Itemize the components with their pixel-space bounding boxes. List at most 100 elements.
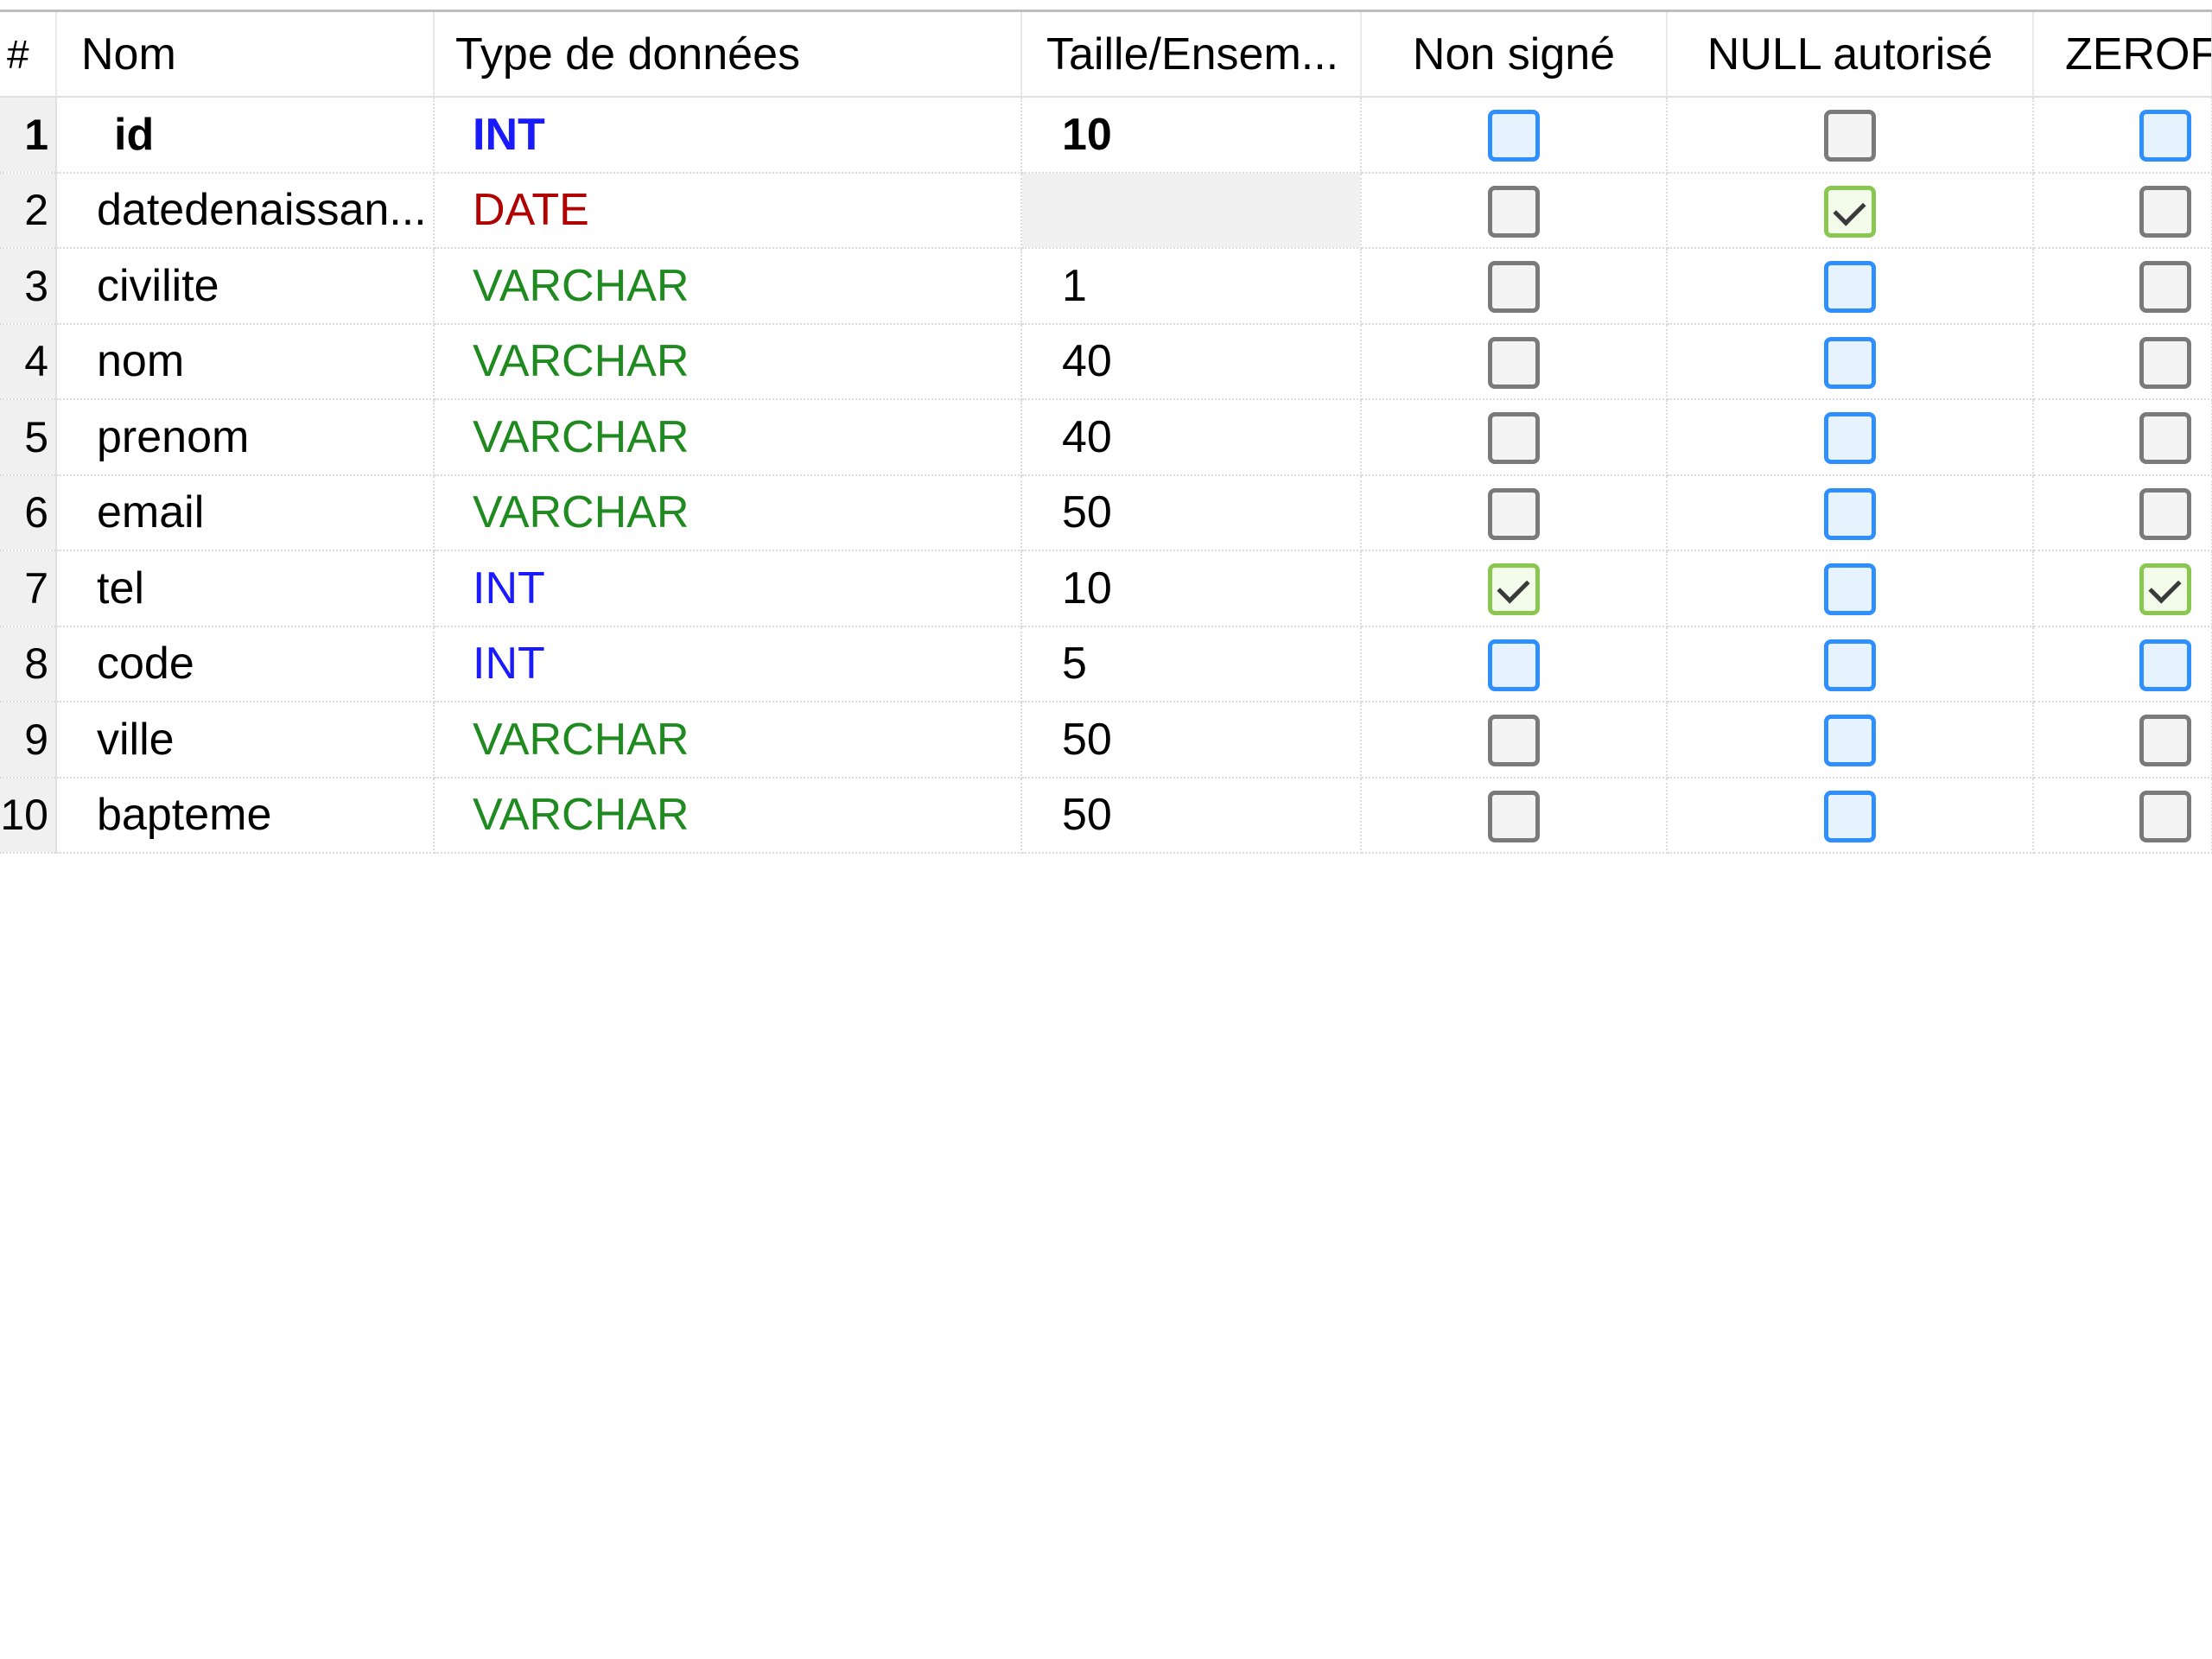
cell-unsigned[interactable] [1361,550,1668,627]
cell-size[interactable]: 10 [1021,550,1362,627]
cell-size[interactable]: 10 [1021,97,1362,174]
cell-null[interactable] [1667,399,2034,476]
table-row[interactable]: 3 civilite VARCHAR 1 [0,248,2212,325]
checkbox-icon[interactable] [2139,110,2191,162]
checkbox-checked-icon[interactable] [2139,563,2191,616]
cell-zerofill[interactable] [2033,399,2212,476]
cell-size[interactable]: 50 [1021,474,1362,551]
cell-name[interactable]: code [56,626,435,702]
cell-null[interactable] [1667,172,2034,249]
checkbox-icon[interactable] [1488,790,1540,842]
cell-unsigned[interactable] [1361,777,1668,854]
column-header-name[interactable]: Nom [56,12,435,98]
cell-zerofill[interactable] [2033,550,2212,627]
table-row[interactable]: 7 tel INT 10 [0,550,2212,627]
column-header-type[interactable]: Type de données [434,12,1022,98]
checkbox-icon[interactable] [2139,790,2191,842]
cell-zerofill[interactable] [2033,626,2212,702]
checkbox-icon[interactable] [1824,412,1876,465]
table-row[interactable]: 6 email VARCHAR 50 [0,474,2212,551]
table-row[interactable]: 9 ville VARCHAR 50 [0,702,2212,779]
checkbox-icon[interactable] [1488,639,1540,691]
column-header-unsigned[interactable]: Non signé [1361,12,1668,98]
cell-unsigned[interactable] [1361,248,1668,325]
cell-null[interactable] [1667,97,2034,174]
checkbox-icon[interactable] [2139,261,2191,314]
cell-type[interactable]: DATE [434,172,1022,249]
cell-zerofill[interactable] [2033,777,2212,854]
cell-unsigned[interactable] [1361,702,1668,779]
cell-name[interactable]: bapteme [56,777,435,854]
cell-null[interactable] [1667,474,2034,551]
cell-name[interactable]: civilite [56,248,435,325]
cell-type[interactable]: VARCHAR [434,702,1022,779]
cell-size[interactable]: 1 [1021,248,1362,325]
cell-type[interactable]: VARCHAR [434,323,1022,400]
checkbox-icon[interactable] [2139,487,2191,540]
cell-null[interactable] [1667,323,2034,400]
checkbox-checked-icon[interactable] [1824,185,1876,238]
cell-null[interactable] [1667,248,2034,325]
table-row[interactable]: 1 id INT 10 [0,97,2212,174]
checkbox-icon[interactable] [1488,110,1540,162]
cell-name[interactable]: prenom [56,399,435,476]
cell-name[interactable]: nom [56,323,435,400]
cell-name[interactable]: tel [56,550,435,627]
checkbox-icon[interactable] [1488,487,1540,540]
cell-size[interactable] [1021,172,1362,249]
cell-null[interactable] [1667,626,2034,702]
cell-size[interactable]: 50 [1021,702,1362,779]
cell-type[interactable]: INT [434,626,1022,702]
column-header-num[interactable]: # [0,12,57,98]
checkbox-icon[interactable] [1488,261,1540,314]
cell-name[interactable]: email [56,474,435,551]
checkbox-icon[interactable] [1824,336,1876,389]
cell-type[interactable]: VARCHAR [434,474,1022,551]
cell-unsigned[interactable] [1361,323,1668,400]
checkbox-icon[interactable] [1488,412,1540,465]
cell-type[interactable]: INT [434,550,1022,627]
cell-name[interactable]: datedenaissan... [56,172,435,249]
checkbox-icon[interactable] [1488,336,1540,389]
table-row[interactable]: 8 code INT 5 [0,626,2212,702]
checkbox-icon[interactable] [2139,639,2191,691]
checkbox-icon[interactable] [1824,110,1876,162]
cell-unsigned[interactable] [1361,172,1668,249]
cell-zerofill[interactable] [2033,172,2212,249]
cell-unsigned[interactable] [1361,399,1668,476]
cell-zerofill[interactable] [2033,474,2212,551]
cell-unsigned[interactable] [1361,626,1668,702]
table-row[interactable]: 5 prenom VARCHAR 40 [0,399,2212,476]
checkbox-icon[interactable] [1824,487,1876,540]
checkbox-icon[interactable] [1824,790,1876,842]
checkbox-icon[interactable] [2139,185,2191,238]
cell-type[interactable]: VARCHAR [434,399,1022,476]
checkbox-icon[interactable] [1824,261,1876,314]
checkbox-icon[interactable] [2139,336,2191,389]
table-row[interactable]: 2 datedenaissan... DATE [0,172,2212,249]
table-row[interactable]: 4 nom VARCHAR 40 [0,323,2212,400]
column-header-size[interactable]: Taille/Ensem... [1021,12,1362,98]
checkbox-icon[interactable] [1488,185,1540,238]
cell-name[interactable]: ville [56,702,435,779]
cell-size[interactable]: 50 [1021,777,1362,854]
checkbox-icon[interactable] [1824,563,1876,616]
cell-zerofill[interactable] [2033,323,2212,400]
cell-size[interactable]: 40 [1021,323,1362,400]
cell-name[interactable]: id [56,97,435,174]
checkbox-icon[interactable] [2139,412,2191,465]
cell-null[interactable] [1667,550,2034,627]
cell-zerofill[interactable] [2033,248,2212,325]
cell-null[interactable] [1667,777,2034,854]
cell-type[interactable]: VARCHAR [434,248,1022,325]
cell-unsigned[interactable] [1361,474,1668,551]
table-row[interactable]: 10 bapteme VARCHAR 50 [0,777,2212,854]
cell-size[interactable]: 5 [1021,626,1362,702]
column-header-zerofill[interactable]: ZEROFIL [2033,12,2212,98]
column-header-null[interactable]: NULL autorisé [1667,12,2034,98]
checkbox-checked-icon[interactable] [1488,563,1540,616]
cell-zerofill[interactable] [2033,702,2212,779]
checkbox-icon[interactable] [1824,715,1876,767]
checkbox-icon[interactable] [2139,715,2191,767]
checkbox-icon[interactable] [1824,639,1876,691]
